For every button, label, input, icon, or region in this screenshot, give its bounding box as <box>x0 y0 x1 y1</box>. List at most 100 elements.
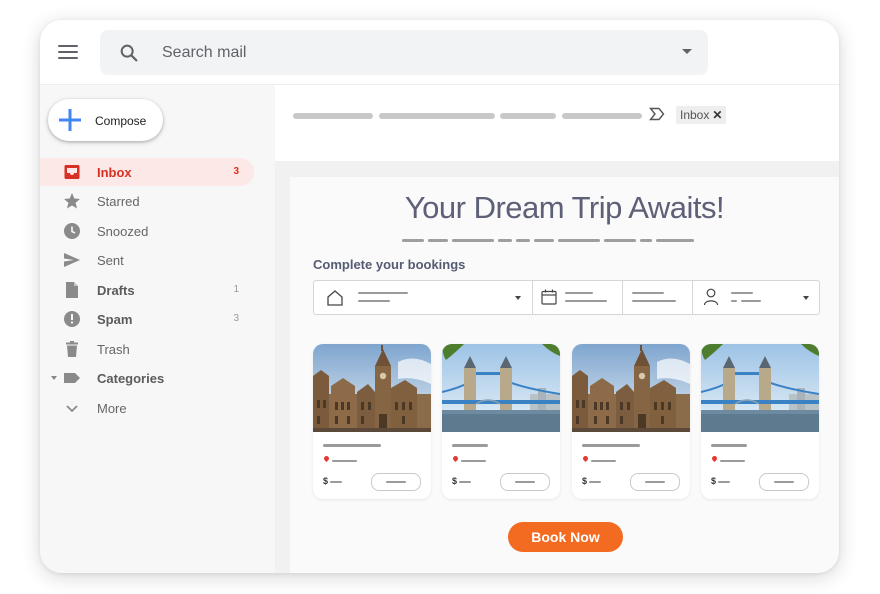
hotel-card[interactable]: $ <box>572 344 690 499</box>
location-placeholder <box>461 460 486 462</box>
compose-label: Compose <box>95 114 147 128</box>
sidebar-item-snoozed[interactable]: Snoozed <box>40 217 254 245</box>
placeholder-bar <box>640 239 652 242</box>
location-pin-icon <box>710 454 719 463</box>
check-out-date-field[interactable] <box>623 281 692 314</box>
email-body: Your Dream Trip Awaits! Complete your bo… <box>290 177 839 573</box>
sidebar-item-more[interactable]: More <box>40 394 254 422</box>
location-pin-icon <box>451 454 460 463</box>
search-bar[interactable] <box>100 30 708 75</box>
trash-icon <box>66 341 78 357</box>
sidebar-item-label: Drafts <box>97 283 135 298</box>
unread-count: 3 <box>233 166 239 177</box>
location-placeholder <box>720 460 745 462</box>
select-button[interactable] <box>759 473 809 491</box>
price-placeholder <box>589 481 601 483</box>
location-pin-icon <box>322 454 331 463</box>
price-placeholder <box>718 481 730 483</box>
clock-icon <box>64 223 80 239</box>
sidebar: Compose Inbox 3 Starred Snoozed Sent Dra… <box>40 85 275 573</box>
sidebar-item-label: More <box>97 401 127 416</box>
select-button[interactable] <box>630 473 680 491</box>
location-placeholder <box>332 460 357 462</box>
placeholder-bar <box>293 113 373 119</box>
menu-icon[interactable] <box>58 45 78 59</box>
label-chip-text: Inbox <box>680 108 710 122</box>
placeholder-bar <box>656 239 694 242</box>
placeholder-bar <box>565 292 593 294</box>
placeholder-bar <box>558 239 600 242</box>
label-icon <box>64 373 80 383</box>
placeholder-bar <box>534 239 554 242</box>
expand-icon[interactable] <box>51 376 57 380</box>
email-header: Inbox ✕ <box>275 85 839 161</box>
button-label-placeholder <box>774 481 794 483</box>
price-placeholder <box>459 481 471 483</box>
inbox-icon <box>64 165 80 179</box>
placeholder-bar <box>731 292 753 294</box>
price-symbol: $ <box>711 476 717 486</box>
sidebar-item-starred[interactable]: Starred <box>40 187 254 215</box>
sidebar-item-inbox[interactable]: Inbox 3 <box>40 158 254 186</box>
guests-field[interactable] <box>693 281 819 314</box>
placeholder-bar <box>565 300 607 302</box>
hotel-name-placeholder <box>582 444 640 447</box>
compose-button[interactable]: Compose <box>48 99 163 141</box>
draft-count: 1 <box>233 284 239 295</box>
select-button[interactable] <box>371 473 421 491</box>
sidebar-item-label: Spam <box>97 312 133 327</box>
app-header <box>40 20 839 85</box>
placeholder-bar <box>731 300 737 302</box>
search-options-icon[interactable] <box>682 49 692 54</box>
sidebar-item-trash[interactable]: Trash <box>40 335 254 363</box>
placeholder-bar <box>562 113 642 119</box>
booking-search-bar <box>313 280 820 315</box>
placeholder-bar <box>604 239 636 242</box>
tower-bridge-image <box>442 344 560 432</box>
spam-icon <box>64 311 80 327</box>
person-icon <box>703 288 719 306</box>
star-icon <box>64 193 80 209</box>
gothic-building-image <box>313 344 431 432</box>
button-label-placeholder <box>515 481 535 483</box>
chevron-down-icon <box>803 296 809 300</box>
chevron-down-icon <box>515 296 521 300</box>
book-now-button[interactable]: Book Now <box>508 522 623 552</box>
select-button[interactable] <box>500 473 550 491</box>
search-input[interactable] <box>160 38 624 68</box>
hotel-card[interactable]: $ <box>313 344 431 499</box>
hotel-card[interactable]: $ <box>701 344 819 499</box>
calendar-icon <box>541 289 557 305</box>
sidebar-item-label: Sent <box>97 253 124 268</box>
placeholder-bar <box>498 239 512 242</box>
price-symbol: $ <box>323 476 329 486</box>
button-label-placeholder <box>386 481 406 483</box>
placeholder-bar <box>379 113 495 119</box>
price-symbol: $ <box>582 476 588 486</box>
importance-marker-icon[interactable] <box>649 107 665 121</box>
sidebar-item-label: Snoozed <box>97 224 149 239</box>
hotel-card[interactable]: $ <box>442 344 560 499</box>
close-icon[interactable]: ✕ <box>712 108 722 122</box>
email-title: Your Dream Trip Awaits! <box>404 190 725 225</box>
placeholder-bar <box>452 239 494 242</box>
sidebar-item-spam[interactable]: Spam 3 <box>40 305 254 333</box>
price-symbol: $ <box>452 476 458 486</box>
sidebar-item-categories[interactable]: Categories <box>40 364 254 392</box>
sidebar-item-sent[interactable]: Sent <box>40 246 254 274</box>
search-icon[interactable] <box>118 42 140 64</box>
placeholder-bar <box>358 292 408 294</box>
placeholder-bar <box>358 300 390 302</box>
sidebar-item-drafts[interactable]: Drafts 1 <box>40 276 254 304</box>
gothic-building-image <box>572 344 690 432</box>
chevron-down-icon <box>66 405 78 413</box>
draft-icon <box>66 282 78 298</box>
home-icon <box>327 290 343 306</box>
location-placeholder <box>591 460 616 462</box>
check-in-date-field[interactable] <box>533 281 622 314</box>
destination-field[interactable] <box>314 281 532 314</box>
price-placeholder <box>330 481 342 483</box>
label-chip[interactable]: Inbox ✕ <box>676 106 727 124</box>
tower-bridge-image <box>701 344 819 432</box>
send-icon <box>64 253 80 267</box>
